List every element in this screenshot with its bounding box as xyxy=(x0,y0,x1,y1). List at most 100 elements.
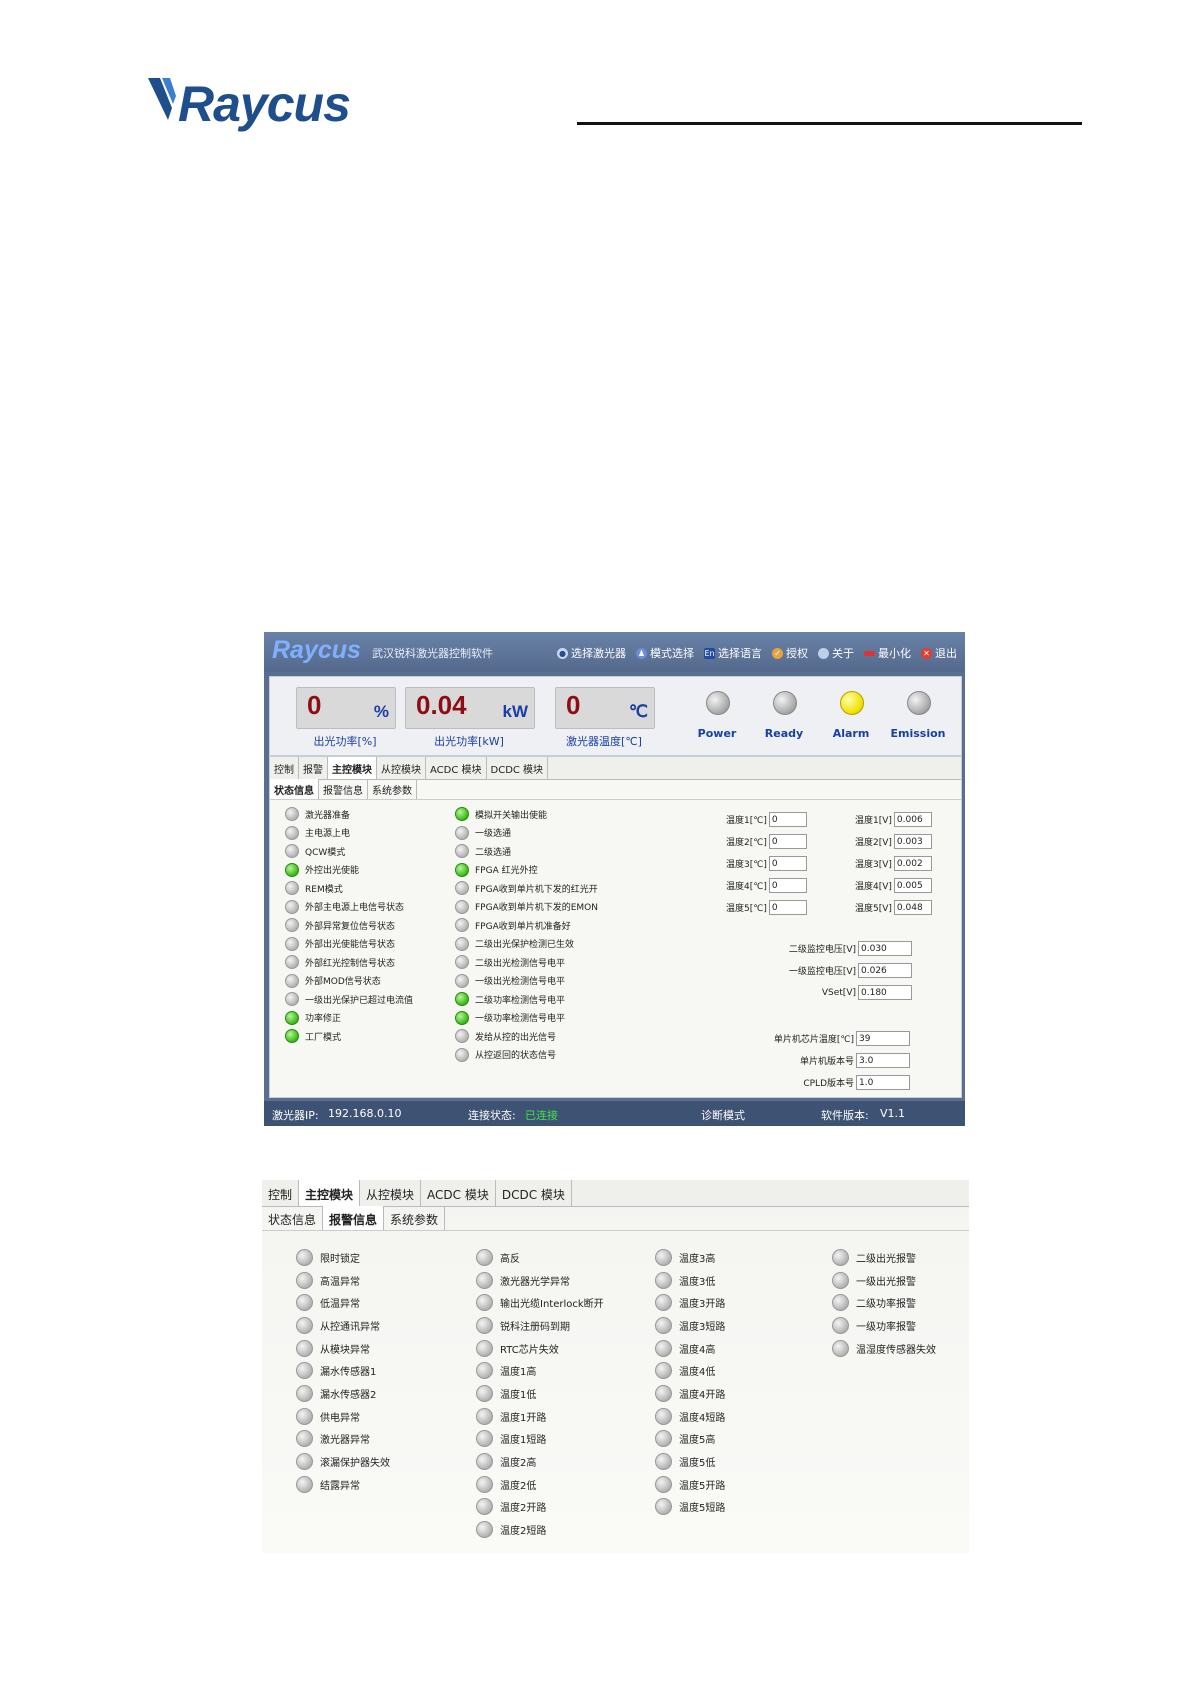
menu-minimize[interactable]: 最小化 xyxy=(864,645,911,661)
field-label: CPLD版本号 xyxy=(803,1079,854,1089)
indicator-label: Emission xyxy=(890,727,946,740)
field-value[interactable]: 0.003 xyxy=(893,834,932,849)
field-value[interactable]: 3.0 xyxy=(856,1053,910,1068)
field-value[interactable]: 0 xyxy=(768,900,807,915)
status-label: 主电源上电 xyxy=(305,829,351,840)
field-value[interactable]: 0.026 xyxy=(858,963,912,978)
field-value[interactable]: 0.005 xyxy=(893,878,932,893)
status-led xyxy=(455,807,469,822)
field-value[interactable]: 0.002 xyxy=(893,856,932,871)
subtab-alarm-info[interactable]: 报警信息 xyxy=(319,779,368,799)
temp3-c-field: 温度3[℃] 0 xyxy=(726,856,807,871)
field-label: 温度3[℃] xyxy=(726,860,767,870)
field-value[interactable]: 0.180 xyxy=(858,985,912,1000)
bulb-icon: ● xyxy=(557,647,568,659)
tab-main-module[interactable]: 主控模块 xyxy=(299,1180,361,1206)
tab-acdc-module[interactable]: ACDC 模块 xyxy=(421,1180,496,1206)
list-item: 限时锁定 xyxy=(296,1246,390,1269)
tab-dcdc-module[interactable]: DCDC 模块 xyxy=(496,1180,572,1206)
status-led xyxy=(285,992,299,1007)
alarm-led xyxy=(476,1475,493,1493)
field-value[interactable]: 0 xyxy=(768,812,807,827)
field-value[interactable]: 39 xyxy=(856,1031,910,1046)
menu-label: 关于 xyxy=(832,647,854,660)
subtab-status-info[interactable]: 状态信息 xyxy=(262,1206,324,1230)
raycus-logo: Raycus xyxy=(148,74,378,134)
alarm-list-3: 温度3高 温度3低 温度3开路 温度3短路 温度4高 温度4低 温度4开路 温度… xyxy=(655,1246,725,1518)
gauge-value: 0.04 xyxy=(416,690,467,720)
menu-select-laser[interactable]: ● 选择激光器 xyxy=(557,645,626,661)
module-tabs: 控制 主控模块 从控模块 ACDC 模块 DCDC 模块 xyxy=(262,1180,969,1207)
alarm-led xyxy=(476,1316,493,1334)
status-led xyxy=(455,1010,469,1025)
status-label: REM模式 xyxy=(305,884,343,895)
list-item: 外部异常复位信号状态 xyxy=(285,916,413,935)
list-item: 外部主电源上电信号状态 xyxy=(285,898,413,917)
tab-alarm[interactable]: 报警 xyxy=(299,757,328,779)
menu-authorize[interactable]: ✓ 授权 xyxy=(772,645,808,661)
subtab-system-params[interactable]: 系统参数 xyxy=(368,779,417,799)
stage1-monitor-voltage-field: 一级监控电压[V] 0.026 xyxy=(780,963,912,978)
list-item: 温度4高 xyxy=(655,1337,725,1360)
tab-dcdc-module[interactable]: DCDC 模块 xyxy=(487,757,549,779)
status-label: 二级出光保护检测已生效 xyxy=(475,940,575,951)
tab-slave-module[interactable]: 从控模块 xyxy=(377,757,426,779)
subtab-system-params[interactable]: 系统参数 xyxy=(384,1206,446,1230)
alarm-label: 温度5短路 xyxy=(679,1503,726,1515)
list-item: 外部出光使能信号状态 xyxy=(285,935,413,954)
alarm-label: 高温异常 xyxy=(320,1276,360,1288)
status-led xyxy=(285,1010,299,1025)
menu-about[interactable]: 关于 xyxy=(818,645,854,661)
alarm-led xyxy=(655,1475,672,1493)
status-label: 模拟开关输出使能 xyxy=(475,810,548,821)
list-item: 一级出光检测信号电平 xyxy=(455,972,598,991)
field-value[interactable]: 0.048 xyxy=(893,900,932,915)
status-label: 外控出光使能 xyxy=(305,866,360,877)
field-value[interactable]: 1.0 xyxy=(856,1075,910,1090)
alarm-led xyxy=(655,1271,672,1289)
tab-main-module[interactable]: 主控模块 xyxy=(328,757,377,779)
tab-control[interactable]: 控制 xyxy=(270,757,299,779)
subtab-status-info[interactable]: 状态信息 xyxy=(270,779,319,799)
menu-label: 选择激光器 xyxy=(571,647,626,660)
alarm-led xyxy=(655,1294,672,1312)
gauge-caption: 出光功率[kW] xyxy=(434,735,504,748)
list-item: 一级出光报警 xyxy=(832,1269,936,1292)
top-menu: ● 选择激光器 ♟ 模式选择 En 选择语言 ✓ 授权 关于 最小化 ✕ 退出 xyxy=(557,645,957,661)
field-value[interactable]: 0 xyxy=(768,856,807,871)
alarm-label: 二级功率报警 xyxy=(856,1299,916,1311)
alarm-label: 温度3短路 xyxy=(679,1321,726,1333)
list-item: 一级功率报警 xyxy=(832,1314,936,1337)
status-label: 外部MOD信号状态 xyxy=(305,977,381,988)
list-item: 二级选通 xyxy=(455,842,598,861)
field-value[interactable]: 0 xyxy=(768,834,807,849)
alarm-led xyxy=(655,1339,672,1357)
tab-slave-module[interactable]: 从控模块 xyxy=(360,1180,422,1206)
status-label: 工厂模式 xyxy=(305,1032,342,1043)
menu-mode-select[interactable]: ♟ 模式选择 xyxy=(636,645,694,661)
alarm-label: 温度3开路 xyxy=(679,1299,726,1311)
field-value[interactable]: 0.030 xyxy=(858,941,912,956)
list-item: 低温异常 xyxy=(296,1291,390,1314)
mcu-temperature-field: 单片机芯片温度[℃] 39 xyxy=(752,1031,910,1046)
alarm-label: 温度1短路 xyxy=(500,1435,547,1447)
subtab-alarm-info[interactable]: 报警信息 xyxy=(323,1206,385,1230)
list-item: 温度3短路 xyxy=(655,1314,725,1337)
list-item: 温度4短路 xyxy=(655,1405,725,1428)
status-label: 一级选通 xyxy=(475,829,512,840)
status-label: FPGA收到单片机下发的EMON xyxy=(475,903,599,914)
alarm-label: 温度3高 xyxy=(679,1253,716,1265)
list-item: 外控出光使能 xyxy=(285,861,413,880)
field-value[interactable]: 0.006 xyxy=(893,812,932,827)
tab-control[interactable]: 控制 xyxy=(262,1180,300,1206)
status-label: 一级功率检测信号电平 xyxy=(475,1014,566,1025)
tab-acdc-module[interactable]: ACDC 模块 xyxy=(426,757,487,779)
alarm-label: 温度1高 xyxy=(500,1367,537,1379)
menu-exit[interactable]: ✕ 退出 xyxy=(921,645,957,661)
list-item: 一级选通 xyxy=(455,824,598,843)
menu-language[interactable]: En 选择语言 xyxy=(704,645,762,661)
alarm-led xyxy=(832,1339,849,1357)
field-value[interactable]: 0 xyxy=(768,878,807,893)
alarm-label: 激光器光学异常 xyxy=(500,1276,570,1288)
list-item: 温度5高 xyxy=(655,1428,725,1451)
